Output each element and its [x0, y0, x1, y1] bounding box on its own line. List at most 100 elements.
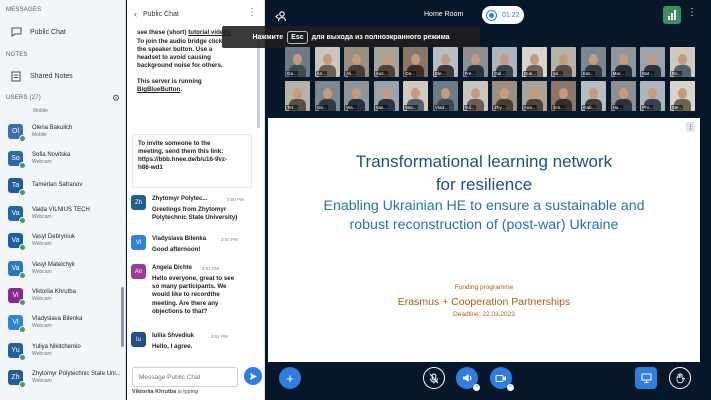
webcam-tile[interactable]: Iul... — [551, 47, 577, 77]
user-status: Webcam — [32, 323, 52, 330]
user-list-item[interactable]: Va Vaida VILNIUS TECH Webcam — [8, 199, 90, 227]
webcam-tile[interactable]: Aus... — [373, 47, 399, 77]
webcam-name-label: Phi... — [641, 105, 654, 110]
webcam-tile[interactable]: Via... — [344, 81, 370, 111]
webcam-name-label: Vas... — [374, 105, 388, 110]
hint-exit-text: для выхода из полноэкранного режима — [311, 33, 450, 41]
webcam-status-icon — [19, 381, 26, 389]
user-list-scrollbar[interactable] — [121, 287, 124, 347]
webcam-tile[interactable]: Fre... — [462, 47, 488, 77]
leave-audio-icon[interactable] — [275, 10, 287, 24]
user-name: Vaida VILNIUS TECH — [32, 206, 90, 213]
webcam-tile[interactable]: Ro... — [669, 47, 695, 77]
back-arrow-icon[interactable]: ‹ — [134, 9, 137, 19]
webcam-name-label: Em... — [552, 105, 565, 110]
user-list-item[interactable]: Vl Vladyslava Bilenka Webcam — [8, 309, 82, 337]
webcam-tile[interactable]: Vas... — [403, 81, 429, 111]
message-line: Polytechnic State University) — [152, 214, 238, 222]
sidebar-item-label: Shared Notes — [30, 72, 73, 80]
user-list-item[interactable]: Zh Zhytomyr Polytechnic State Uni... Webca… — [8, 364, 121, 392]
presentation-options-icon[interactable]: ⋮ — [686, 122, 695, 132]
user-list: Ol Olena Bakulich Mobile So Sofia Novitska We… — [0, 105, 126, 397]
welcome-line: headset to avoid causing — [137, 54, 211, 61]
send-icon — [249, 372, 257, 380]
connection-status-icon[interactable] — [663, 6, 681, 24]
sidebar-item-public-chat[interactable]: Public Chat — [10, 26, 66, 38]
message-input[interactable] — [132, 367, 238, 387]
webcam-tile[interactable]: Ali... — [344, 47, 370, 77]
avatar: Vi — [8, 287, 26, 306]
camera-button[interactable]: ^ — [490, 367, 514, 391]
avatar: Va — [8, 233, 26, 252]
audio-button[interactable]: ^ — [456, 367, 480, 391]
webcam-tile[interactable]: Gab... — [581, 81, 606, 111]
webcam-tile[interactable]: Phi... — [640, 81, 666, 111]
webcam-tile[interactable]: Ga... — [285, 47, 310, 77]
invite-line[interactable]: https://bbb.hnee.de/b/u16-9vz- — [138, 156, 250, 164]
hint-press-text: Нажмите — [252, 33, 284, 41]
webcam-tile[interactable]: Ste... — [669, 81, 695, 111]
webcam-tile[interactable]: Yul... — [462, 81, 488, 111]
chat-scrollbar[interactable] — [257, 40, 260, 128]
chevron-up-icon[interactable]: ^ — [473, 384, 480, 391]
webcam-tile[interactable]: Gue... — [521, 47, 547, 77]
invite-box: To invite someone to the meeting, send th… — [132, 134, 252, 188]
chat-header: ‹ Public Chat ⋮ — [127, 0, 265, 28]
webcam-tile[interactable]: Zhy... — [492, 81, 518, 111]
webcam-status-icon — [19, 161, 26, 169]
chat-options-icon[interactable]: ⋮ — [247, 8, 257, 18]
send-button[interactable] — [244, 367, 262, 385]
bigbluebutton-link[interactable]: BigBlueButton — [137, 86, 180, 93]
recording-button[interactable]: 01:22 — [482, 6, 524, 24]
webcam-tile[interactable]: Ele... — [433, 47, 458, 77]
user-list-item[interactable]: Va Vasyl Debryniuk Webcam — [8, 227, 75, 255]
chevron-up-icon[interactable]: ^ — [507, 384, 514, 391]
sidebar-item-shared-notes[interactable]: Shared Notes — [10, 70, 73, 82]
webcam-tile[interactable]: Ana... — [521, 81, 547, 111]
user-list-item[interactable]: Ta Tamerlan Safranov — [8, 172, 82, 200]
webcam-tile[interactable]: Mar... — [610, 47, 636, 77]
message-text: Greetings from Zhytomyr Polytechnic State… — [152, 206, 260, 222]
slide-title-line2: for resilience — [435, 175, 533, 194]
webcam-name-label: Ana... — [522, 105, 537, 110]
raise-hand-button[interactable] — [669, 367, 691, 389]
webcam-tile[interactable]: Vai... — [314, 81, 340, 111]
webcam-tile[interactable]: Nat... — [640, 47, 666, 77]
presentation-icon — [641, 373, 651, 383]
presentation-toggle-button[interactable] — [635, 367, 657, 389]
webcam-name-label: Gab... — [582, 105, 597, 110]
chat-bubble-icon — [10, 26, 22, 38]
message-time: 3:01 PM — [202, 266, 219, 271]
webcam-name-label: Zhy... — [493, 105, 507, 110]
webcam-tile[interactable]: Tet... — [285, 81, 310, 111]
webcam-name-label: Ha... — [611, 105, 624, 110]
webcam-tile[interactable]: Em... — [551, 81, 577, 111]
webcam-name-label: An... — [315, 71, 327, 76]
webcam-tile[interactable]: Vas... — [373, 81, 399, 111]
welcome-text: see these (short) — [137, 29, 189, 36]
presentation-slide: ⋮ Transformational learning network for … — [268, 118, 700, 362]
options-menu-icon[interactable]: ⋮ — [687, 8, 697, 18]
webcam-tile[interactable]: An... — [314, 47, 340, 77]
webcam-tile[interactable]: Gal... — [492, 47, 518, 77]
webcam-tile[interactable]: Vlad... — [433, 81, 458, 111]
user-list-item[interactable]: Yu Yuliya Nikitchenko Webcam — [8, 336, 81, 364]
slide-subtitle-line1: Enabling Ukrainian HE to ensure a sustai… — [323, 198, 645, 214]
fullscreen-exit-hint: Нажмите Esc для выхода из полноэкранного… — [222, 26, 480, 48]
user-list-item[interactable]: Va Vasyl Matelchyk Webcam — [8, 254, 75, 282]
user-name: Vasyl Debryniuk — [32, 234, 75, 241]
webcam-tile[interactable]: Kat... — [581, 47, 606, 77]
bottom-bar: + ^ ^ — [266, 362, 711, 400]
avatar: Iu — [131, 332, 146, 347]
webcam-name-label: Vlad... — [434, 105, 449, 110]
mute-button[interactable] — [423, 367, 445, 389]
webcam-tile[interactable]: Ha... — [610, 81, 636, 111]
actions-button[interactable]: + — [279, 367, 301, 389]
user-list-item[interactable]: Ol Olena Bakulich Mobile — [8, 117, 72, 145]
webcam-tile[interactable]: Da... — [403, 47, 429, 77]
gear-icon[interactable]: ⚙ — [112, 93, 120, 104]
avatar: Vl — [8, 315, 26, 334]
user-list-item[interactable]: So Sofia Novitska Webcam — [8, 144, 70, 172]
webcam-name-label: Vas... — [404, 105, 418, 110]
user-list-item[interactable]: Vi Viktoriia Khrutba Webcam — [8, 281, 76, 309]
